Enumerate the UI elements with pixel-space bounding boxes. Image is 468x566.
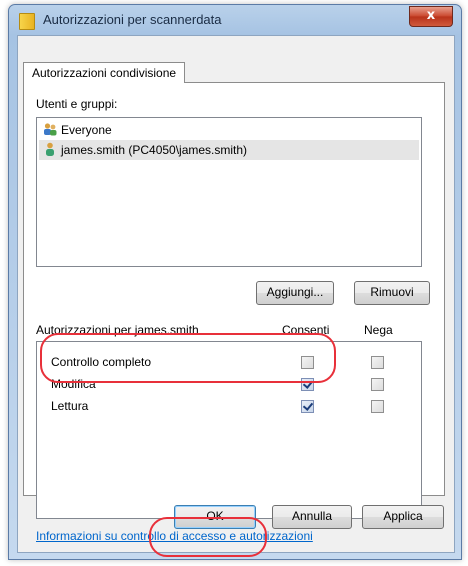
permissions-listbox: Controllo completo Modifica Lettura bbox=[36, 341, 422, 519]
apply-button[interactable]: Applica bbox=[362, 505, 444, 529]
cancel-button[interactable]: Annulla bbox=[272, 505, 352, 529]
ok-button[interactable]: OK bbox=[174, 505, 256, 529]
add-button[interactable]: Aggiungi... bbox=[256, 281, 334, 305]
tab-panel: Utenti e gruppi: Everyone james.smith (P… bbox=[23, 82, 445, 543]
deny-full-control-checkbox[interactable] bbox=[371, 356, 384, 369]
dialog-client-area: Autorizzazioni condivisione Utenti e gru… bbox=[17, 35, 455, 553]
group-icon bbox=[44, 123, 57, 136]
allow-read-checkbox[interactable] bbox=[301, 400, 314, 413]
allow-column-header: Consenti bbox=[282, 323, 330, 337]
title-bar[interactable]: Autorizzazioni per scannerdata x bbox=[9, 5, 461, 35]
deny-column-header: Nega bbox=[364, 323, 393, 337]
access-control-info-link[interactable]: Informazioni su controllo di accesso e a… bbox=[36, 529, 313, 543]
remove-button[interactable]: Rimuovi bbox=[354, 281, 430, 305]
users-listbox[interactable]: Everyone james.smith (PC4050\james.smith… bbox=[36, 117, 422, 267]
permission-read: Lettura bbox=[51, 399, 89, 413]
permission-full-control: Controllo completo bbox=[51, 355, 152, 369]
allow-full-control-checkbox[interactable] bbox=[301, 356, 314, 369]
list-item-everyone[interactable]: Everyone bbox=[39, 120, 112, 140]
user-icon bbox=[46, 142, 54, 156]
list-item-james-smith[interactable]: james.smith (PC4050\james.smith) bbox=[39, 140, 419, 160]
list-item-label: Everyone bbox=[61, 123, 112, 137]
allow-modify-checkbox[interactable] bbox=[301, 378, 314, 391]
permissions-for-label: Autorizzazioni per james.smith bbox=[36, 323, 199, 337]
deny-read-checkbox[interactable] bbox=[371, 400, 384, 413]
folder-icon bbox=[19, 13, 35, 30]
close-button[interactable]: x bbox=[409, 6, 453, 27]
deny-modify-checkbox[interactable] bbox=[371, 378, 384, 391]
dialog-window: Autorizzazioni per scannerdata x Autoriz… bbox=[8, 4, 462, 560]
permission-modify: Modifica bbox=[51, 377, 96, 391]
users-groups-label: Utenti e gruppi: bbox=[36, 97, 118, 111]
window-title: Autorizzazioni per scannerdata bbox=[43, 12, 222, 27]
list-item-label: james.smith (PC4050\james.smith) bbox=[61, 143, 248, 157]
tab-share-permissions[interactable]: Autorizzazioni condivisione bbox=[23, 62, 186, 83]
